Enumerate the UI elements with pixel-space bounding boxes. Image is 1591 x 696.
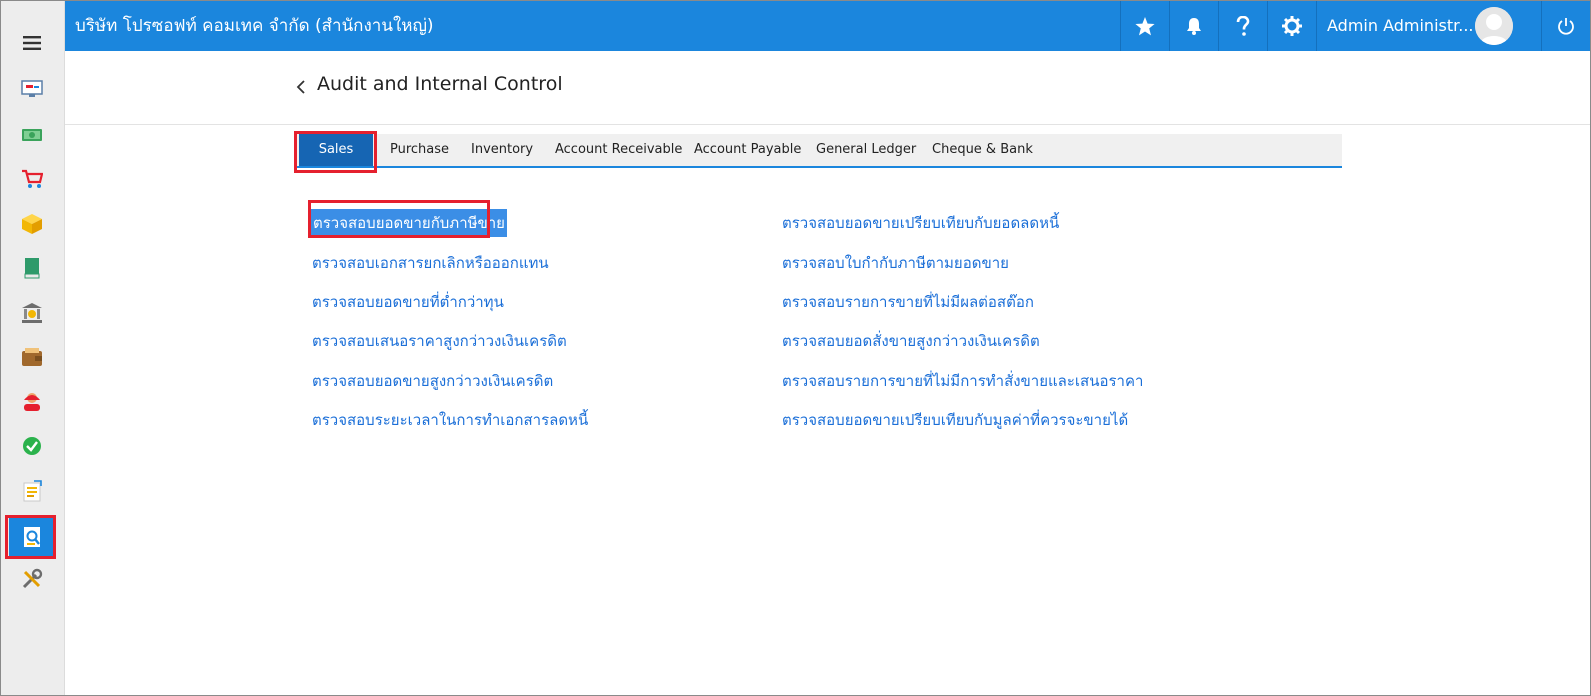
link-highlight-box — [308, 200, 490, 238]
app-window: บริษัท โปรซอฟท์ คอมเทค จำกัด (สำนักงานให… — [0, 0, 1591, 696]
page-title: Audit and Internal Control — [317, 73, 563, 95]
user-menu[interactable]: Admin Administr... — [1316, 1, 1541, 51]
avatar[interactable] — [1475, 7, 1513, 45]
link-sales-without-order-quote[interactable]: ตรวจสอบรายการขายที่ไม่มีการทำสั่งขายและเ… — [782, 369, 1143, 393]
link-orders-over-credit[interactable]: ตรวจสอบยอดสั่งขายสูงกว่าวงเงินเครดิต — [782, 329, 1040, 353]
dashboard-icon[interactable] — [9, 69, 55, 109]
link-sales-vs-credit-notes[interactable]: ตรวจสอบยอดขายเปรียบเทียบกับยอดลดหนี้ — [782, 211, 1059, 235]
power-icon[interactable] — [1541, 1, 1590, 51]
link-cancelled-docs[interactable]: ตรวจสอบเอกสารยกเลิกหรือออกแทน — [312, 251, 549, 275]
top-bar: บริษัท โปรซอฟท์ คอมเทค จำกัด (สำนักงานให… — [65, 1, 1590, 51]
menu-icon[interactable] — [9, 23, 55, 63]
link-quote-over-credit[interactable]: ตรวจสอบเสนอราคาสูงกว่าวงเงินเครดิต — [312, 329, 567, 353]
link-sales-no-stock-effect[interactable]: ตรวจสอบรายการขายที่ไม่มีผลต่อสต๊อก — [782, 290, 1034, 314]
company-name: บริษัท โปรซอฟท์ คอมเทค จำกัด (สำนักงานให… — [75, 16, 434, 36]
tab-purchase[interactable]: Purchase — [390, 134, 449, 166]
link-below-cost-sales[interactable]: ตรวจสอบยอดขายที่ต่ำกว่าทุน — [312, 290, 504, 314]
settings-icon[interactable] — [1267, 1, 1316, 51]
tab-bar: Sales Purchase Inventory Account Receiva… — [297, 134, 1342, 168]
bell-icon[interactable] — [1169, 1, 1218, 51]
user-name: Admin Administr... — [1327, 16, 1474, 35]
link-sales-over-credit[interactable]: ตรวจสอบยอดขายสูงกว่าวงเงินเครดิต — [312, 369, 553, 393]
tools-icon[interactable] — [9, 559, 55, 599]
bank-icon[interactable] — [9, 293, 55, 333]
help-icon[interactable] — [1218, 1, 1267, 51]
link-sales-vs-expected-value[interactable]: ตรวจสอบยอดขายเปรียบเทียบกับมูลค่าที่ควรจ… — [782, 408, 1128, 432]
back-chevron-icon[interactable] — [293, 75, 309, 99]
tab-account-payable[interactable]: Account Payable — [694, 134, 801, 166]
cash-icon[interactable] — [9, 115, 55, 155]
book-icon[interactable] — [9, 248, 55, 288]
report-icon[interactable] — [9, 471, 55, 511]
check-icon[interactable] — [9, 426, 55, 466]
tab-general-ledger[interactable]: General Ledger — [816, 134, 916, 166]
sidebar-highlight-box — [5, 515, 56, 559]
person-icon[interactable] — [9, 382, 55, 422]
left-sidebar — [1, 1, 65, 695]
page-header: Audit and Internal Control — [65, 51, 1590, 125]
tab-inventory[interactable]: Inventory — [471, 134, 533, 166]
cart-icon[interactable] — [9, 159, 55, 199]
link-credit-note-duration[interactable]: ตรวจสอบระยะเวลาในการทำเอกสารลดหนี้ — [312, 408, 588, 432]
link-tax-invoice-by-sales[interactable]: ตรวจสอบใบกำกับภาษีตามยอดขาย — [782, 251, 1009, 275]
tab-account-receivable[interactable]: Account Receivable — [555, 134, 682, 166]
tab-cheque-bank[interactable]: Cheque & Bank — [932, 134, 1033, 166]
wallet-icon[interactable] — [9, 337, 55, 377]
tab-highlight-box — [294, 131, 377, 173]
star-icon[interactable] — [1120, 1, 1169, 51]
box-icon[interactable] — [9, 204, 55, 244]
